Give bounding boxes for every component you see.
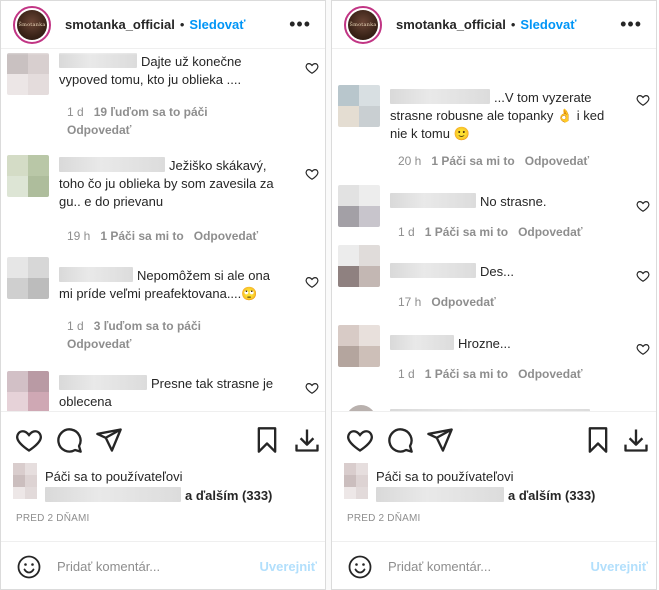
post-date: PRED 2 DŇAMI (347, 513, 421, 524)
comment-likes[interactable]: 1 Páči sa mi to (425, 367, 508, 381)
comment-text: Hrozne... (390, 335, 612, 353)
download-icon[interactable] (293, 426, 321, 454)
comment-text: Nepomôžem si ale ona mi príde veľmi prea… (59, 267, 270, 301)
liker-avatar[interactable] (344, 463, 368, 499)
reply-button[interactable]: Odpovedať (67, 123, 131, 137)
like-comment-heart-icon[interactable] (305, 61, 319, 75)
bookmark-icon[interactable] (253, 426, 281, 454)
comment-meta: 1 d 1 Páči sa mi to Odpovedať (398, 367, 583, 381)
comment-time: 1 d (398, 367, 415, 381)
commenter-avatar[interactable] (338, 325, 380, 367)
likes-summary: Páči sa to používateľovi a ďalším (333) (1, 461, 325, 509)
reply-button[interactable]: Odpovedať (525, 154, 589, 168)
comment-input[interactable]: Pridať komentár... (388, 559, 491, 574)
like-comment-heart-icon[interactable] (636, 342, 650, 356)
likes-summary: Páči sa to používateľovi a ďalším (333) (332, 461, 656, 509)
profile-avatar[interactable]: Šmotanka (344, 5, 382, 44)
like-comment-heart-icon[interactable] (305, 167, 319, 181)
comment-icon[interactable] (55, 426, 83, 454)
comment-meta: 20 h 1 Páči sa mi to Odpovedať (398, 154, 589, 168)
comment-input[interactable]: Pridať komentár... (57, 559, 160, 574)
comment-likes[interactable]: 1 Páči sa mi to (425, 225, 508, 239)
follow-button[interactable]: Sledovať (189, 17, 245, 32)
share-icon[interactable] (426, 426, 454, 454)
like-comment-heart-icon[interactable] (636, 93, 650, 107)
commenter-avatar[interactable] (7, 257, 49, 299)
reply-button[interactable]: Odpovedať (518, 367, 582, 381)
like-comment-heart-icon[interactable] (305, 381, 319, 395)
more-options-icon[interactable]: ••• (289, 15, 311, 33)
heart-icon[interactable] (346, 426, 374, 454)
post-panel-right: Šmotanka smotanka_official • Sledovať ••… (331, 0, 657, 590)
avatar-logo-text: Šmotanka (349, 21, 377, 28)
post-panel-left: Šmotanka smotanka_official • Sledovať ••… (0, 0, 326, 590)
comment-text: Presne tak strasne je oblecena (59, 375, 274, 409)
comments-list[interactable]: ...V tom vyzerate strasne robusne ale to… (332, 49, 656, 411)
commenter-avatar[interactable] (7, 371, 49, 411)
download-icon[interactable] (622, 426, 650, 454)
comment-text: Ježiško skákavý, toho čo ju oblieka by s… (59, 157, 274, 209)
like-comment-heart-icon[interactable] (636, 269, 650, 283)
comment-meta: 17 h Odpovedať (398, 295, 496, 309)
comment-text: No strasne. (390, 193, 612, 211)
comment-time: 19 h (67, 229, 91, 243)
comment-likes[interactable]: 19 ľuďom sa to páči (94, 105, 208, 119)
reply-button[interactable]: Odpovedať (194, 229, 258, 243)
post-header: Šmotanka smotanka_official • Sledovať ••… (332, 1, 656, 49)
separator-dot: • (179, 17, 185, 32)
post-header: Šmotanka smotanka_official • Sledovať ••… (1, 1, 325, 49)
username-link[interactable]: smotanka_official (65, 17, 175, 32)
likes-others[interactable]: a ďalším (333) (45, 487, 272, 503)
comment-text: Dajte už konečne vypoved tomu, kto ju ob… (59, 53, 242, 87)
add-comment-bar: Pridať komentár... Uverejniť (332, 541, 656, 589)
post-date: PRED 2 DŇAMI (16, 513, 90, 524)
liker-avatar[interactable] (13, 463, 37, 499)
commenter-avatar[interactable] (338, 85, 380, 127)
likes-others[interactable]: a ďalším (333) (376, 487, 595, 503)
commenter-avatar[interactable] (338, 185, 380, 227)
username-link[interactable]: smotanka_official (396, 17, 506, 32)
commenter-avatar[interactable] (7, 53, 49, 95)
commenter-avatar[interactable] (338, 245, 380, 287)
heart-icon[interactable] (15, 426, 43, 454)
comment-text: Des... (390, 263, 612, 281)
post-comment-button[interactable]: Uverejniť (590, 559, 648, 574)
bookmark-icon[interactable] (584, 426, 612, 454)
separator-dot: • (510, 17, 516, 32)
reply-button[interactable]: Odpovedať (67, 337, 131, 351)
more-options-icon[interactable]: ••• (620, 15, 642, 33)
follow-button[interactable]: Sledovať (520, 17, 576, 32)
profile-avatar[interactable]: Šmotanka (13, 5, 51, 44)
comment-meta: 19 h 1 Páči sa mi to Odpovedať (67, 229, 258, 243)
comment-time: 1 d (67, 319, 84, 333)
comment-meta: 1 d 19 ľuďom sa to páči (67, 105, 208, 119)
reply-button[interactable]: Odpovedať (518, 225, 582, 239)
comment-time: 17 h (398, 295, 422, 309)
reply-button[interactable]: Odpovedať (431, 295, 495, 309)
emoji-icon[interactable] (348, 555, 372, 579)
comment-text: ...V tom vyzerate strasne robusne ale to… (390, 89, 605, 141)
comment-icon[interactable] (386, 426, 414, 454)
likes-text: Páči sa to používateľovi (45, 469, 183, 484)
share-icon[interactable] (95, 426, 123, 454)
comment-likes[interactable]: 1 Páči sa mi to (431, 154, 514, 168)
avatar-logo-text: Šmotanka (18, 21, 46, 28)
post-comment-button[interactable]: Uverejniť (259, 559, 317, 574)
comments-list[interactable]: Dajte už konečne vypoved tomu, kto ju ob… (1, 49, 325, 411)
comment-likes[interactable]: 3 ľuďom sa to páči (94, 319, 201, 333)
likes-text: Páči sa to používateľovi (376, 469, 514, 484)
comment-meta: 1 d 3 ľuďom sa to páči (67, 319, 201, 333)
commenter-avatar[interactable] (7, 155, 49, 197)
comment-time: 1 d (398, 225, 415, 239)
add-comment-bar: Pridať komentár... Uverejniť (1, 541, 325, 589)
like-comment-heart-icon[interactable] (305, 275, 319, 289)
comment-time: 1 d (67, 105, 84, 119)
like-comment-heart-icon[interactable] (636, 199, 650, 213)
emoji-icon[interactable] (17, 555, 41, 579)
comment-likes[interactable]: 1 Páči sa mi to (100, 229, 183, 243)
comment-time: 20 h (398, 154, 422, 168)
comment-meta: 1 d 1 Páči sa mi to Odpovedať (398, 225, 583, 239)
